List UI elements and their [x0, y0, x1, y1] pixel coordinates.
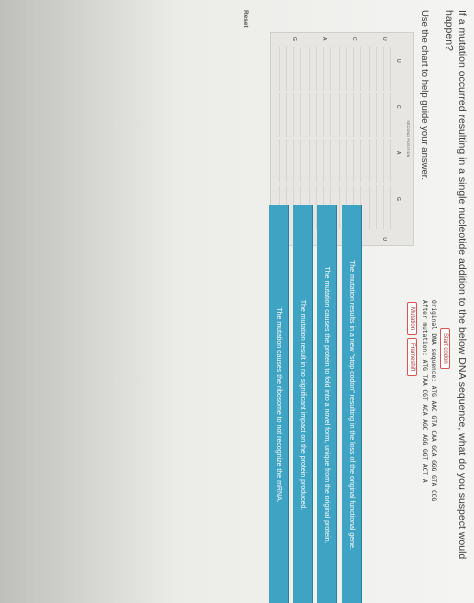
chart-second-position-label: SECOND POSITION [406, 120, 410, 158]
page: If a mutation occurred resulting in a si… [0, 0, 474, 603]
chart-col-c: C [395, 105, 401, 109]
chart-col-a: A [395, 151, 401, 155]
codon-cell [333, 93, 361, 137]
after-codons: ATG TAA CGT ACA AGC AGG GGT ACT A [421, 359, 428, 483]
answer-option-4[interactable]: The mutation causes the ribosome to not … [269, 205, 289, 603]
chart-col-u: U [395, 59, 401, 63]
start-codon-pill: Start codon [440, 328, 450, 369]
codon-cell [363, 47, 391, 91]
after-label: After mutation: [421, 300, 428, 356]
codon-cell [273, 139, 301, 183]
chart-row-a: A [321, 37, 327, 41]
codon-cell [333, 139, 361, 183]
codon-cell [303, 47, 331, 91]
original-codons: ATG AAC GTA CAA GCA GGG GTA CCG [430, 385, 437, 502]
question-text: If a mutation occurred resulting in a si… [443, 10, 468, 560]
codon-cell [273, 93, 301, 137]
answer-option-3[interactable]: The mutation result in no significant im… [293, 205, 313, 603]
codon-cell [303, 139, 331, 183]
codon-cell [273, 47, 301, 91]
screen-shading [0, 0, 174, 603]
original-label: Original DNA sequence: [430, 300, 437, 382]
reset-button[interactable]: Reset [242, 10, 249, 28]
mutation-pill: Mutation [407, 302, 417, 336]
chart-third-u: U [381, 237, 387, 241]
answer-option-2[interactable]: The mutation causes the protein to fold … [317, 205, 337, 603]
codon-cell [363, 139, 391, 183]
codon-cell [363, 185, 391, 229]
mutated-sequence: After mutation: ATG TAA CGT ACA AGC AGG … [420, 300, 428, 483]
codon-cell [303, 93, 331, 137]
chart-row-g: G [291, 37, 297, 41]
chart-row-c: C [351, 37, 357, 41]
original-sequence: Original DNA sequence: ATG AAC GTA CAA G… [429, 300, 437, 501]
chart-col-g: G [395, 197, 401, 201]
codon-cell [333, 47, 361, 91]
chart-row-u: U [381, 37, 387, 41]
codon-cell [363, 93, 391, 137]
answer-option-1[interactable]: The mutation results in a new "stop codo… [342, 205, 362, 603]
guide-text: Use the chart to help guide your answer. [419, 10, 430, 181]
frameshift-pill: Frameshift [407, 338, 417, 377]
